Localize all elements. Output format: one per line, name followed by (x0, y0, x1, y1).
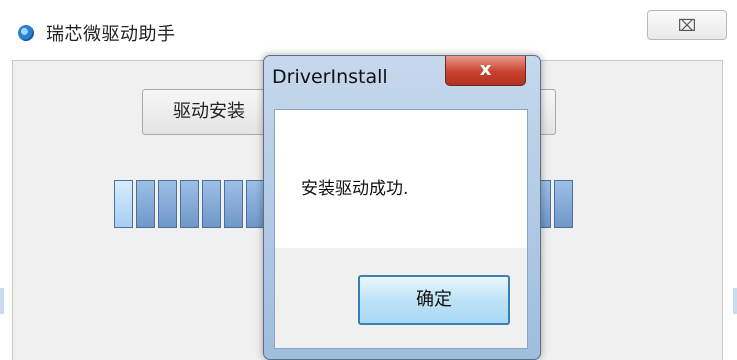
close-icon: x (479, 59, 492, 80)
progress-segment (114, 180, 133, 228)
progress-segment (136, 180, 155, 228)
progress-segment (224, 180, 243, 228)
progress-segment (158, 180, 177, 228)
close-icon: ⌧ (677, 16, 697, 35)
driver-install-dialog: DriverInstall x 安装驱动成功. 确定 (263, 55, 541, 360)
success-message: 安装驱动成功. (301, 179, 409, 199)
progress-segment (180, 180, 199, 228)
close-button[interactable]: ⌧ (647, 10, 727, 40)
window-edge (733, 288, 737, 314)
ok-label: 确定 (416, 289, 452, 310)
install-driver-label: 驱动安装 (173, 101, 245, 122)
dialog-title: DriverInstall (272, 66, 388, 88)
dialog-body: 安装驱动成功. 确定 (274, 109, 528, 349)
progress-segment (554, 180, 573, 228)
app-logo-icon (18, 25, 34, 41)
progress-segment (202, 180, 221, 228)
window-title: 瑞芯微驱动助手 (46, 24, 176, 45)
window-edge (0, 288, 4, 314)
dialog-close-button[interactable]: x (445, 56, 526, 86)
ok-button[interactable]: 确定 (358, 275, 510, 325)
dialog-content: 安装驱动成功. (275, 110, 527, 248)
